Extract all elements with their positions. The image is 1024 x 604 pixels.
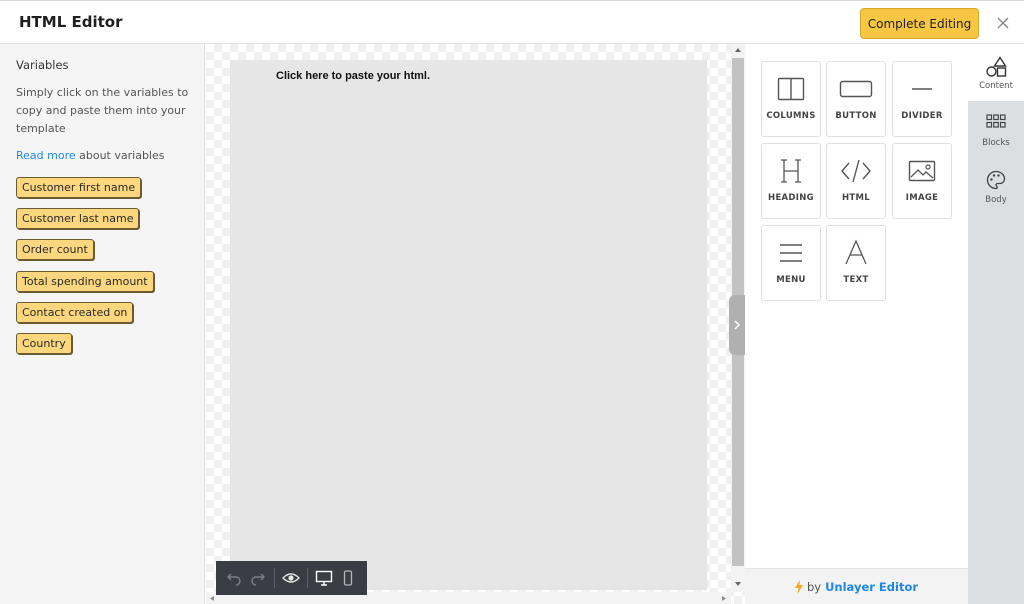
image-icon <box>893 156 951 186</box>
columns-icon <box>762 74 820 104</box>
menu-icon <box>762 238 820 268</box>
tool-label: IMAGE <box>905 193 939 203</box>
variable-chip[interactable]: Customer last name <box>16 208 140 229</box>
variable-chip[interactable]: Country <box>16 333 72 354</box>
html-code-icon <box>827 156 885 186</box>
tab-label: Blocks <box>982 138 1010 148</box>
tab-label: Content <box>979 81 1013 91</box>
toolbar-divider <box>307 568 308 588</box>
scroll-right-arrow-icon[interactable] <box>721 595 727 602</box>
tool-label: DIVIDER <box>901 111 943 121</box>
read-more-link[interactable]: Read more <box>16 149 76 162</box>
variable-chip[interactable]: Customer first name <box>16 177 142 198</box>
tab-label: Body <box>985 195 1007 205</box>
chevron-right-icon <box>734 320 741 330</box>
tool-columns[interactable]: COLUMNS <box>761 61 821 137</box>
paste-html-hint[interactable]: Click here to paste your html. <box>276 70 430 82</box>
text-icon <box>827 238 885 268</box>
tool-image[interactable]: IMAGE <box>892 143 952 219</box>
tool-button[interactable]: BUTTON <box>826 61 886 137</box>
close-icon[interactable] <box>995 15 1011 31</box>
desktop-icon[interactable] <box>312 566 336 590</box>
preview-eye-icon[interactable] <box>279 566 303 590</box>
footer-by-text: by <box>806 579 822 594</box>
toolbar-divider <box>274 568 275 588</box>
lightning-bolt-icon <box>794 579 803 594</box>
variable-chip[interactable]: Order count <box>16 239 94 260</box>
editor-title: HTML Editor <box>19 13 123 31</box>
tool-menu[interactable]: MENU <box>761 225 821 301</box>
tool-label: HEADING <box>768 193 814 203</box>
redo-icon[interactable] <box>246 566 270 590</box>
variables-heading: Variables <box>16 58 69 72</box>
scroll-down-arrow-icon[interactable] <box>734 581 742 587</box>
variables-panel: Variables Simply click on the variables … <box>0 44 205 604</box>
variables-description: Simply click on the variables to copy an… <box>16 86 189 135</box>
tool-divider[interactable]: DIVIDER <box>892 61 952 137</box>
content-tools-panel: COLUMNS BUTTON DIVIDER HEADING HTML IMAG… <box>745 44 968 568</box>
tool-label: TEXT <box>843 275 869 285</box>
read-more-suffix: about variables <box>75 149 165 162</box>
button-icon <box>827 74 885 104</box>
tab-blocks[interactable]: Blocks <box>968 101 1024 158</box>
tab-content[interactable]: Content <box>968 44 1024 101</box>
tool-text[interactable]: TEXT <box>826 225 886 301</box>
panel-collapse-handle[interactable] <box>729 295 745 355</box>
tab-body[interactable]: Body <box>968 158 1024 215</box>
mobile-icon[interactable] <box>336 566 360 590</box>
scroll-up-arrow-icon[interactable] <box>734 47 742 53</box>
complete-editing-button[interactable]: Complete Editing <box>860 8 979 39</box>
editor-tab-rail: Content Blocks Body <box>968 44 1024 604</box>
tool-html[interactable]: HTML <box>826 143 886 219</box>
unlayer-brand-link[interactable]: Unlayer Editor <box>825 580 918 594</box>
palette-icon <box>968 170 1024 192</box>
variable-chip[interactable]: Total spending amount <box>16 271 154 292</box>
heading-icon <box>762 156 820 186</box>
tool-label: MENU <box>776 275 806 285</box>
tool-heading[interactable]: HEADING <box>761 143 821 219</box>
powered-by-footer: by Unlayer Editor <box>745 568 968 604</box>
editor-canvas: Click here to paste your html. <box>206 44 745 604</box>
blocks-grid-icon <box>968 113 1024 135</box>
read-more-line: Read more about variables <box>16 149 164 162</box>
undo-icon[interactable] <box>222 566 246 590</box>
tool-label: BUTTON <box>835 111 877 121</box>
shapes-icon <box>968 56 1024 78</box>
tool-label: HTML <box>842 193 870 203</box>
template-body[interactable]: Click here to paste your html. <box>230 60 707 590</box>
canvas-toolbar <box>216 561 367 595</box>
divider-icon <box>893 74 951 104</box>
editor-header: HTML Editor Complete Editing <box>0 0 1024 44</box>
scroll-left-arrow-icon[interactable] <box>209 595 215 602</box>
tool-label: COLUMNS <box>766 111 816 121</box>
variable-chip[interactable]: Contact created on <box>16 302 134 323</box>
